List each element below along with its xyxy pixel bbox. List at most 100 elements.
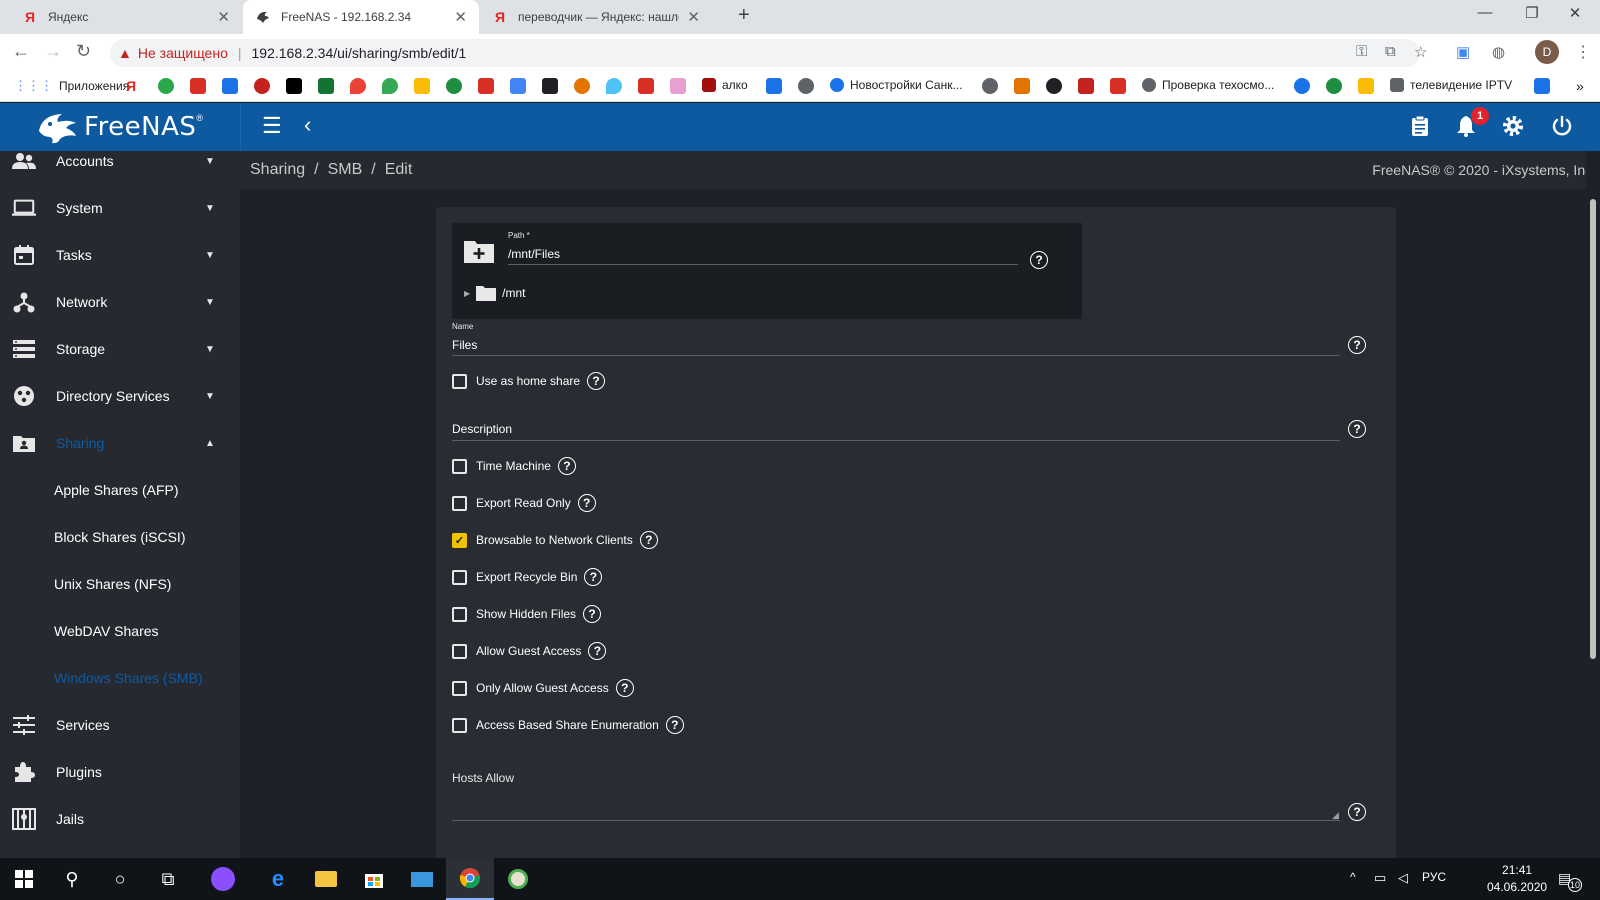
sidebar-item-jails[interactable]: Jails [0, 796, 240, 842]
bookmark-icon[interactable] [254, 78, 270, 94]
sidebar-item-storage[interactable]: Storage ▼ [0, 326, 240, 372]
google-translate-icon[interactable]: ▣ [1456, 43, 1470, 61]
help-icon[interactable]: ? [1030, 251, 1048, 269]
windows-start-icon[interactable] [0, 858, 48, 900]
bookmark-icon[interactable] [1046, 78, 1062, 94]
export-recycle-bin-checkbox-row[interactable]: Export Recycle Bin ? [452, 567, 603, 587]
abse-checkbox[interactable] [452, 717, 467, 733]
time-machine-checkbox-row[interactable]: Time Machine ? [452, 456, 576, 476]
sidebar-item-tasks[interactable]: Tasks ▼ [0, 232, 240, 278]
help-icon[interactable]: ? [1348, 420, 1366, 438]
bookmark-icon[interactable] [670, 78, 686, 94]
globe-icon[interactable]: ◍ [1492, 43, 1505, 61]
home-share-checkbox[interactable] [452, 373, 467, 389]
bookmark-apps[interactable]: ⋮⋮⋮ Приложения [14, 78, 129, 94]
star-icon[interactable]: ☆ [1414, 43, 1427, 61]
map-pin-icon[interactable] [382, 78, 398, 94]
abse-checkbox-row[interactable]: Access Based Share Enumeration ? [452, 715, 684, 735]
home-share-checkbox-row[interactable]: Use as home share ? [452, 371, 606, 391]
more-bookmarks-icon[interactable]: » [1576, 78, 1584, 94]
taskbar-clock[interactable]: 21:41 04.06.2020 [1487, 862, 1547, 896]
new-tab-button[interactable]: + [738, 4, 750, 27]
bookmark-icon[interactable] [638, 78, 654, 94]
help-icon[interactable]: ? [557, 457, 576, 475]
bookmark-icon[interactable] [1326, 78, 1342, 94]
show-hidden-files-checkbox[interactable] [452, 606, 467, 622]
back-icon[interactable]: ← [12, 41, 30, 62]
bookmark-icon[interactable] [510, 78, 526, 94]
bookmark-icon[interactable] [158, 78, 174, 94]
sidebar-subitem-webdav[interactable]: WebDAV Shares [0, 608, 240, 654]
bookmark-icon[interactable] [1358, 78, 1374, 94]
bookmark-icon[interactable] [414, 78, 430, 94]
volume-icon[interactable]: ◁ [1398, 870, 1408, 886]
only-guest-access-checkbox-row[interactable]: Only Allow Guest Access ? [452, 678, 634, 698]
sidebar-item-services[interactable]: Services [0, 702, 240, 748]
close-tab-icon[interactable]: ✕ [687, 8, 700, 26]
bookmark-icon[interactable] [766, 78, 782, 94]
network-tray-icon[interactable]: ▭ [1374, 870, 1386, 886]
sidebar-item-accounts[interactable]: Accounts ▼ [0, 151, 240, 184]
sidebar-item-sharing[interactable]: Sharing ▲ [0, 420, 240, 466]
restore-button[interactable]: ❐ [1512, 4, 1552, 22]
browser-tab-yandex[interactable]: Я Яндекс ✕ [10, 0, 242, 34]
help-icon[interactable]: ? [588, 642, 607, 660]
sidebar-subitem-afp[interactable]: Apple Shares (AFP) [0, 467, 240, 513]
breadcrumb-sharing[interactable]: Sharing [250, 161, 305, 178]
bookmark-icon[interactable] [286, 78, 302, 94]
map-pin-icon[interactable] [606, 78, 622, 94]
freenas-logo[interactable]: FreeNAS ® [36, 109, 203, 145]
bookmark-icon[interactable] [574, 78, 590, 94]
help-icon[interactable]: ? [577, 494, 596, 512]
key-icon[interactable]: ⚿ [1356, 43, 1367, 60]
edge-icon[interactable]: e [254, 858, 302, 900]
bookmark-icon[interactable] [1078, 78, 1094, 94]
bookmark-icon[interactable] [318, 78, 334, 94]
language-indicator[interactable]: РУС [1422, 870, 1446, 884]
help-icon[interactable]: ? [1348, 336, 1366, 354]
tray-chevron-up-icon[interactable]: ^ [1350, 870, 1356, 884]
breadcrumb-smb[interactable]: SMB [328, 161, 363, 178]
bookmark-icon[interactable] [478, 78, 494, 94]
chrome-icon[interactable] [446, 858, 494, 900]
show-hidden-files-checkbox-row[interactable]: Show Hidden Files ? [452, 604, 602, 624]
bookmark-icon[interactable] [1014, 78, 1030, 94]
add-folder-icon[interactable] [464, 239, 494, 263]
globe-icon[interactable] [798, 78, 814, 94]
sidebar-item-system[interactable]: System ▼ [0, 185, 240, 231]
help-icon[interactable]: ? [583, 605, 602, 623]
path-input[interactable] [508, 243, 1018, 265]
collapse-sidebar-icon[interactable]: ‹ [304, 112, 311, 138]
mail-icon[interactable] [398, 858, 446, 900]
bookmark-iptv[interactable]: телевидение IPTV [1390, 78, 1512, 92]
menu-icon[interactable]: ☰ [262, 113, 282, 139]
bookmark-icon[interactable] [190, 78, 206, 94]
expand-triangle-icon[interactable]: ▶ [464, 289, 470, 298]
globe-icon[interactable] [982, 78, 998, 94]
time-machine-checkbox[interactable] [452, 458, 467, 474]
tree-node-mnt[interactable]: /mnt [502, 286, 525, 300]
forward-icon[interactable]: → [44, 41, 62, 62]
sidebar-subitem-iscsi[interactable]: Block Shares (iSCSI) [0, 514, 240, 560]
bookmark-icon[interactable] [1534, 78, 1550, 94]
help-icon[interactable]: ? [587, 372, 606, 390]
close-window-button[interactable]: ✕ [1555, 4, 1595, 22]
description-input[interactable] [452, 417, 1340, 441]
bookmark-tehosmotr[interactable]: Проверка техосмо... [1142, 78, 1274, 92]
help-icon[interactable]: ? [615, 679, 634, 697]
close-tab-icon[interactable]: ✕ [454, 8, 467, 26]
only-guest-access-checkbox[interactable] [452, 680, 467, 696]
browsable-checkbox-row[interactable]: ✓ Browsable to Network Clients ? [452, 530, 658, 550]
page-scrollbar[interactable] [1586, 151, 1600, 858]
search-icon[interactable]: ⚲ [48, 858, 96, 900]
allow-guest-access-checkbox[interactable] [452, 643, 467, 659]
export-read-only-checkbox-row[interactable]: Export Read Only ? [452, 493, 596, 513]
sidebar-item-plugins[interactable]: Plugins [0, 749, 240, 795]
settings-gear-icon[interactable] [1502, 115, 1524, 143]
cortana-icon[interactable]: ○ [96, 858, 144, 900]
scrollbar-thumb[interactable] [1590, 199, 1596, 659]
sidebar-subitem-smb[interactable]: Windows Shares (SMB) [0, 655, 240, 701]
bookmark-icon[interactable] [542, 78, 558, 94]
address-bar[interactable]: ▲ Не защищено | 192.168.2.34/ui/sharing/… [110, 39, 1420, 67]
task-view-icon[interactable]: ⧉ [144, 858, 192, 900]
